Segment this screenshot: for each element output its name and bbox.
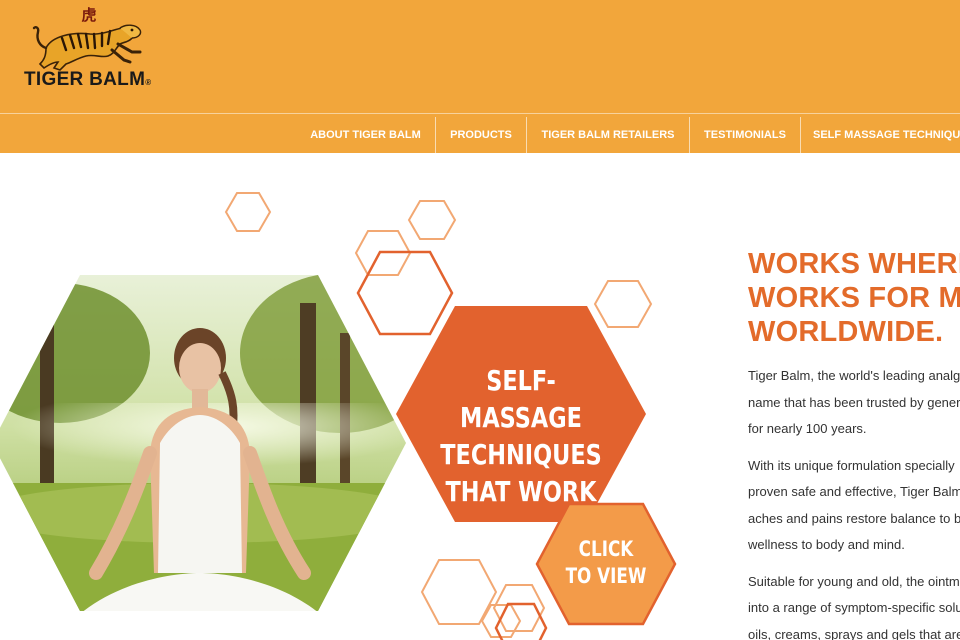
decorative-hexagon bbox=[494, 602, 548, 640]
self-massage-badge[interactable] bbox=[396, 306, 646, 522]
nav-item-about-tiger-balm[interactable]: ABOUT TIGER BALM bbox=[296, 117, 435, 153]
site-header: 虎 TIGER BALM® bbox=[0, 0, 960, 113]
headline-line: WORKS FOR MILLIONS bbox=[748, 282, 960, 314]
text-line: into a range of symptom-specific solutio… bbox=[748, 600, 960, 615]
intro-section: WORKS WHERE IT HURTS. WORKS FOR MILLIONS… bbox=[748, 247, 960, 640]
hero-banner: SELF-MASSAGE TECHNIQUES THAT WORK CLICK … bbox=[0, 153, 700, 640]
nav-item-retailers[interactable]: TIGER BALM RETAILERS bbox=[527, 117, 689, 153]
headline-line: WORKS WHERE IT HURTS. bbox=[748, 248, 960, 280]
text-line: Suitable for young and old, the ointment… bbox=[748, 573, 960, 589]
hero-graphic bbox=[0, 192, 677, 640]
text-line: oils, creams, sprays and gels that are bbox=[748, 626, 960, 640]
headline-line: WORLDWIDE. bbox=[748, 316, 944, 348]
text-line: wellness to body and mind. bbox=[748, 537, 905, 552]
tiger-balm-logo[interactable]: 虎 TIGER BALM® bbox=[22, 6, 162, 94]
nav-item-testimonials[interactable]: TESTIMONIALS bbox=[690, 117, 800, 153]
text-line: With its unique formulation specially bbox=[748, 457, 955, 473]
text-line: proven safe and effective, Tiger Balm re… bbox=[748, 484, 960, 499]
text-line: name that has been trusted by generation… bbox=[748, 394, 960, 410]
nav-item-self-massage-techniques[interactable]: SELF MASSAGE TECHNIQUES bbox=[801, 117, 960, 153]
text-line: Tiger Balm, the world's leading analgesi… bbox=[748, 368, 960, 383]
brand-name: TIGER BALM bbox=[24, 69, 146, 90]
decorative-hexagon bbox=[356, 250, 454, 336]
intro-paragraph-1: Tiger Balm, the world's leading analgesi… bbox=[748, 363, 960, 443]
leaping-tiger-icon bbox=[32, 24, 142, 71]
intro-paragraph-2: With its unique formulation specially pr… bbox=[748, 453, 960, 559]
brand-wordmark: TIGER BALM® bbox=[24, 68, 164, 92]
text-line: for nearly 100 years. bbox=[748, 421, 867, 436]
intro-paragraph-3: Suitable for young and old, the ointment… bbox=[748, 569, 960, 640]
page-headline: WORKS WHERE IT HURTS. WORKS FOR MILLIONS… bbox=[748, 247, 960, 349]
main-navigation: ABOUT TIGER BALM PRODUCTS TIGER BALM RET… bbox=[0, 114, 960, 153]
registered-mark: ® bbox=[145, 78, 152, 87]
nav-item-products[interactable]: PRODUCTS bbox=[436, 117, 526, 153]
meditation-photo bbox=[0, 275, 406, 611]
text-line: aches and pains restore balance to bring bbox=[748, 510, 960, 526]
